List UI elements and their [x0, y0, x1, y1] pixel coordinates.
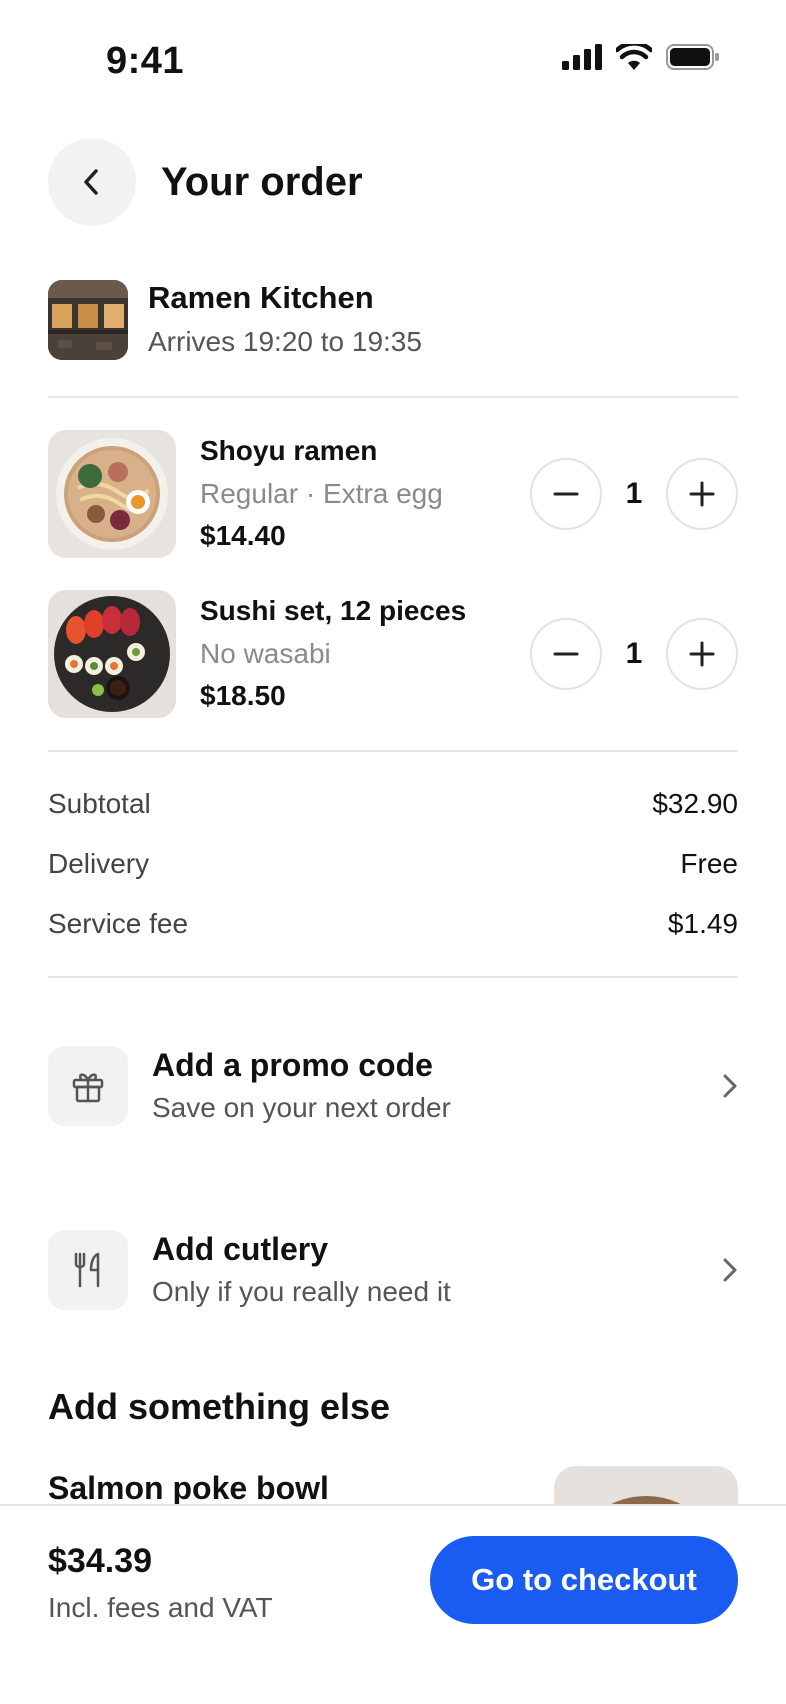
quantity-value: 1: [625, 477, 643, 510]
chevron-right-icon: [723, 1074, 737, 1098]
summary-label: Service fee: [48, 908, 189, 939]
action-title: Add a promo code: [152, 1047, 433, 1083]
ramen-photo: [48, 430, 176, 558]
plus-icon: [689, 641, 715, 667]
chevron-left-icon: [84, 169, 98, 195]
summary-label: Delivery: [48, 848, 150, 879]
cart-item: Sushi set, 12 pieces No wasabi $18.50 1: [48, 590, 738, 718]
decrease-quantity-button[interactable]: [530, 458, 602, 530]
summary-value: $1.49: [667, 908, 738, 939]
checkout-bar: $34.39 Incl. fees and VAT Go to checkout: [0, 1504, 786, 1704]
status-icons: [562, 44, 720, 70]
summary-row-delivery: Delivery Free: [48, 844, 738, 884]
increase-quantity-button[interactable]: [666, 458, 738, 530]
action-icon-container: [48, 1046, 128, 1126]
status-time: 9:41: [106, 40, 185, 82]
header: Your order: [48, 138, 363, 226]
item-price: $14.40: [200, 520, 286, 551]
summary-row-subtotal: Subtotal $32.90: [48, 784, 738, 824]
action-subtitle: Only if you really need it: [152, 1276, 451, 1307]
divider: [48, 750, 738, 752]
cutlery-icon: [74, 1252, 100, 1288]
order-total: $34.39: [48, 1542, 152, 1580]
battery-icon: [666, 44, 719, 70]
restaurant-thumbnail: [48, 280, 128, 360]
item-name: Sushi set, 12 pieces: [200, 595, 467, 626]
divider: [48, 396, 738, 398]
restaurant-name: Ramen Kitchen: [148, 280, 374, 315]
divider: [48, 976, 738, 978]
sushi-photo: [48, 590, 176, 718]
page-title: Your order: [161, 159, 363, 204]
status-bar: 9:41: [0, 0, 786, 124]
wifi-icon: [616, 44, 652, 70]
item-name: Shoyu ramen: [200, 435, 378, 466]
section-title: Add something else: [48, 1386, 391, 1427]
restaurant-info[interactable]: Ramen Kitchen Arrives 19:20 to 19:35: [48, 278, 422, 362]
add-promo-code-row[interactable]: Add a promo code Save on your next order: [48, 1044, 738, 1128]
cart-item: Shoyu ramen Regular · Extra egg $14.40 1: [48, 430, 738, 558]
delivery-eta: Arrives 19:20 to 19:35: [148, 326, 422, 357]
action-subtitle: Save on your next order: [152, 1092, 451, 1123]
back-button[interactable]: [48, 138, 136, 226]
add-cutlery-row[interactable]: Add cutlery Only if you really need it: [48, 1228, 738, 1312]
item-options: Regular · Extra egg: [200, 478, 443, 509]
action-icon-container: [48, 1230, 128, 1310]
quantity-value: 1: [625, 637, 643, 670]
action-title: Add cutlery: [152, 1231, 329, 1267]
summary-label: Subtotal: [48, 788, 151, 819]
plus-icon: [689, 481, 715, 507]
recommended-item-name[interactable]: Salmon poke bowl: [48, 1470, 329, 1507]
total-note: Incl. fees and VAT: [48, 1592, 273, 1623]
checkout-button[interactable]: Go to checkout: [430, 1536, 738, 1624]
minus-icon: [553, 492, 579, 496]
summary-value: $32.90: [652, 788, 738, 819]
cellular-signal-icon: [562, 44, 602, 70]
item-options: No wasabi: [200, 638, 331, 669]
chevron-right-icon: [723, 1258, 737, 1282]
increase-quantity-button[interactable]: [666, 618, 738, 690]
minus-icon: [553, 652, 579, 656]
item-price: $18.50: [200, 680, 286, 711]
decrease-quantity-button[interactable]: [530, 618, 602, 690]
gift-icon: [72, 1073, 104, 1103]
summary-row-service-fee: Service fee $1.49: [48, 904, 738, 944]
quantity-stepper: 1: [530, 458, 738, 530]
quantity-stepper: 1: [530, 618, 738, 690]
summary-value: Free: [680, 848, 738, 879]
